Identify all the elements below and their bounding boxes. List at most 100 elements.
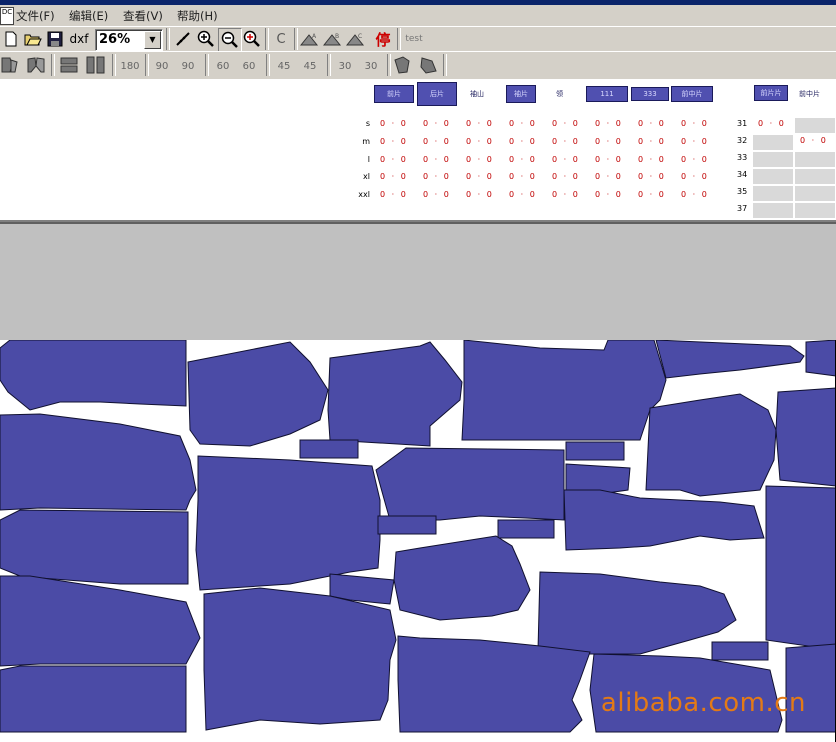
garment-piece[interactable] xyxy=(655,340,805,379)
quantity-cell[interactable]: 0 · 0 xyxy=(638,137,666,146)
zoom-in-icon[interactable] xyxy=(195,28,217,50)
mirror-piece-icon[interactable] xyxy=(25,54,47,76)
quantity-box[interactable] xyxy=(794,185,836,202)
garment-piece[interactable] xyxy=(497,519,555,539)
quantity-box[interactable]: 0 · 0 xyxy=(794,134,834,149)
zoom-combobox[interactable]: 26% ▼ xyxy=(95,29,163,51)
menu-file[interactable]: 文件(F) xyxy=(16,8,55,24)
quantity-cell[interactable]: 0 · 0 xyxy=(423,119,451,128)
quantity-cell[interactable]: 0 · 0 xyxy=(380,119,408,128)
menu-help[interactable]: 帮助(H) xyxy=(177,8,218,24)
quantity-cell[interactable]: 0 · 0 xyxy=(638,172,666,181)
quantity-cell[interactable]: 0 · 0 xyxy=(595,137,623,146)
zoom-fit-icon[interactable] xyxy=(241,28,263,50)
quantity-cell[interactable]: 0 · 0 xyxy=(681,119,709,128)
quantity-cell[interactable]: 0 · 0 xyxy=(466,172,494,181)
quantity-cell[interactable]: 0 · 0 xyxy=(595,155,623,164)
garment-piece[interactable] xyxy=(805,340,836,377)
quantity-cell[interactable]: 0 · 0 xyxy=(681,190,709,199)
mountain-auto-icon[interactable]: C xyxy=(345,28,367,50)
garment-piece[interactable] xyxy=(0,509,189,585)
garment-piece[interactable] xyxy=(375,447,565,521)
rotate-90-ccw-button[interactable]: 90 xyxy=(150,55,174,77)
c-button[interactable]: C xyxy=(270,28,292,50)
garment-piece[interactable] xyxy=(327,341,463,447)
piece-header-front[interactable]: 前片 xyxy=(374,85,414,103)
measure-ruler-icon[interactable] xyxy=(172,28,194,50)
rotate-30-cw-button[interactable]: 30 xyxy=(359,55,383,77)
piece-header-sleeve-cap[interactable]: 袖山 xyxy=(470,89,484,99)
quantity-cell[interactable]: 0 · 0 xyxy=(423,155,451,164)
garment-piece[interactable] xyxy=(537,571,737,655)
chevron-down-icon[interactable]: ▼ xyxy=(144,31,161,49)
quantity-box[interactable] xyxy=(752,202,794,219)
quantity-cell[interactable]: 0 · 0 xyxy=(638,119,666,128)
menu-view[interactable]: 查看(V) xyxy=(123,8,163,24)
quantity-cell[interactable]: 0 · 0 xyxy=(552,190,580,199)
quantity-box[interactable] xyxy=(752,168,794,185)
quantity-box[interactable] xyxy=(794,117,836,134)
garment-piece[interactable] xyxy=(0,575,201,667)
quantity-cell[interactable]: 0 · 0 xyxy=(595,172,623,181)
quantity-cell[interactable]: 0 · 0 xyxy=(595,119,623,128)
quantity-cell[interactable]: 0 · 0 xyxy=(552,137,580,146)
marker-canvas[interactable] xyxy=(0,340,836,742)
test-button[interactable]: test xyxy=(401,28,427,50)
quantity-cell[interactable]: 0 · 0 xyxy=(552,119,580,128)
quantity-cell[interactable]: 0 · 0 xyxy=(509,172,537,181)
garment-piece[interactable] xyxy=(195,455,381,591)
garment-piece[interactable] xyxy=(397,635,591,733)
garment-piece[interactable] xyxy=(765,485,836,651)
piece-move-left-icon[interactable] xyxy=(392,54,414,76)
rotate-60-cw-button[interactable]: 60 xyxy=(237,55,261,77)
save-disk-icon[interactable] xyxy=(44,28,66,50)
mountain-shift-icon[interactable]: B xyxy=(322,28,344,50)
quantity-cell[interactable]: 0 · 0 xyxy=(509,190,537,199)
flip-piece-icon[interactable] xyxy=(0,54,22,76)
quantity-cell[interactable]: 0 · 0 xyxy=(380,137,408,146)
quantity-cell[interactable]: 0 · 0 xyxy=(595,190,623,199)
quantity-cell[interactable]: 0 · 0 xyxy=(509,155,537,164)
garment-piece[interactable] xyxy=(461,340,667,441)
piece-header-333[interactable]: 333 xyxy=(631,87,669,101)
piece-header-front-center[interactable]: 前中片 xyxy=(671,86,713,102)
quantity-box[interactable] xyxy=(752,151,794,168)
garment-piece[interactable] xyxy=(645,393,777,497)
rotate-45-cw-button[interactable]: 45 xyxy=(298,55,322,77)
garment-piece[interactable] xyxy=(393,535,531,621)
dxf-button[interactable]: dxf xyxy=(66,28,92,50)
quantity-cell[interactable]: 0 · 0 xyxy=(423,137,451,146)
piece-header-collar[interactable]: 领 xyxy=(556,89,563,99)
quantity-cell[interactable]: 0 · 0 xyxy=(681,172,709,181)
quantity-cell[interactable]: 0 · 0 xyxy=(380,190,408,199)
quantity-cell[interactable]: 0 · 0 xyxy=(552,155,580,164)
rotate-90-cw-button[interactable]: 90 xyxy=(176,55,200,77)
quantity-cell[interactable]: 0 · 0 xyxy=(423,172,451,181)
garment-piece[interactable] xyxy=(775,387,836,487)
right-header-2[interactable]: 前中片 xyxy=(799,89,820,99)
rotate-180-button[interactable]: 180 xyxy=(118,55,142,77)
quantity-cell[interactable]: 0 · 0 xyxy=(552,172,580,181)
garment-piece[interactable] xyxy=(0,665,187,733)
quantity-cell[interactable]: 0 · 0 xyxy=(466,190,494,199)
stop-button[interactable]: 停 xyxy=(372,28,394,50)
quantity-cell[interactable]: 0 · 0 xyxy=(509,119,537,128)
quantity-cell[interactable]: 0 · 0 xyxy=(466,155,494,164)
quantity-box[interactable] xyxy=(752,134,794,151)
garment-piece[interactable] xyxy=(299,439,359,459)
mountain-up-icon[interactable]: A xyxy=(299,28,321,50)
quantity-box[interactable] xyxy=(752,185,794,202)
zoom-out-icon[interactable] xyxy=(218,28,242,52)
garment-piece[interactable] xyxy=(377,515,437,535)
quantity-box[interactable]: 0 · 0 xyxy=(752,117,792,132)
piece-header-111[interactable]: 111 xyxy=(586,86,628,102)
quantity-cell[interactable]: 0 · 0 xyxy=(466,119,494,128)
garment-piece[interactable] xyxy=(187,341,329,447)
piece-move-right-icon[interactable] xyxy=(417,54,439,76)
rotate-45-ccw-button[interactable]: 45 xyxy=(272,55,296,77)
quantity-cell[interactable]: 0 · 0 xyxy=(638,155,666,164)
piece-header-sleeve[interactable]: 袖片 xyxy=(506,85,536,103)
right-header-1[interactable]: 前片片 xyxy=(754,85,788,101)
quantity-cell[interactable]: 0 · 0 xyxy=(423,190,451,199)
garment-piece[interactable] xyxy=(0,340,187,411)
